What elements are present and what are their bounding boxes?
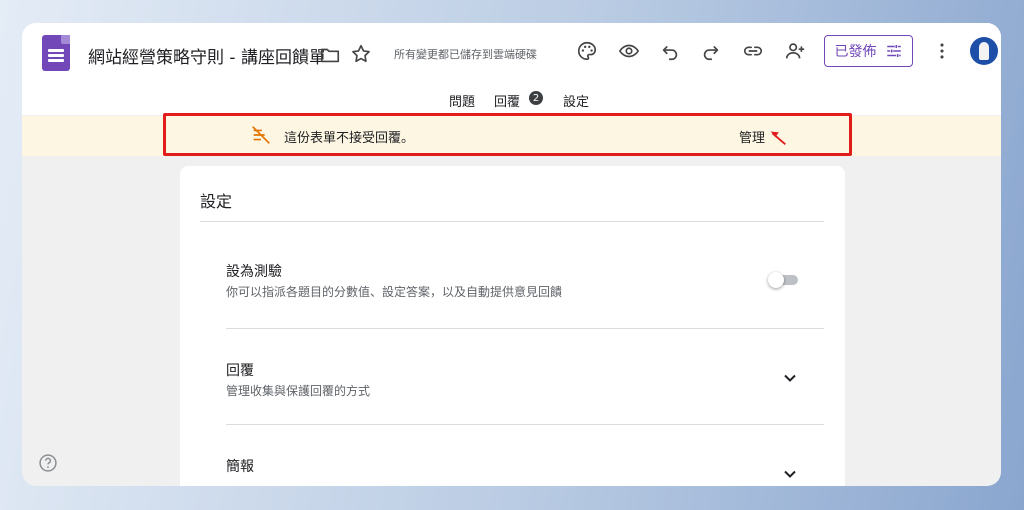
chevron-down-icon[interactable]: [780, 368, 800, 388]
eye-icon[interactable]: [615, 37, 643, 65]
quiz-section-desc: 你可以指派各題目的分數值、設定答案，以及自動提供意見回饋: [226, 285, 563, 299]
quiz-toggle[interactable]: [768, 272, 798, 288]
tune-icon: [886, 45, 901, 57]
help-icon[interactable]: [38, 453, 58, 473]
quiz-section-title[interactable]: 設為測驗: [226, 261, 282, 281]
presentation-section-title[interactable]: 簡報: [226, 456, 254, 476]
divider: [200, 221, 824, 222]
tab-responses[interactable]: 回覆: [494, 91, 520, 110]
settings-card: 設定 設為測驗 你可以指派各題目的分數值、設定答案，以及自動提供意見回饋 回覆 …: [180, 166, 845, 486]
responses-count-badge: 2: [529, 91, 543, 105]
tab-settings[interactable]: 設定: [563, 91, 589, 110]
tab-bar: 問題 回覆 2 設定: [22, 89, 1001, 113]
more-vert-icon[interactable]: [928, 37, 956, 65]
forms-logo-icon[interactable]: [42, 35, 70, 71]
responses-section-title[interactable]: 回覆: [226, 360, 254, 380]
folder-icon[interactable]: [316, 41, 344, 69]
settings-title: 設定: [200, 192, 233, 211]
publish-button[interactable]: 已發佈: [824, 35, 913, 67]
tab-questions[interactable]: 問題: [449, 91, 475, 110]
undo-icon[interactable]: [656, 37, 684, 65]
chevron-down-icon[interactable]: [780, 464, 800, 484]
publish-label: 已發佈: [834, 44, 877, 60]
add-person-icon[interactable]: [781, 37, 809, 65]
responses-section-desc: 管理收集與保護回覆的方式: [226, 384, 371, 398]
divider: [226, 328, 824, 329]
palette-icon[interactable]: [573, 37, 601, 65]
app-header: 網站經營策略守則 - 講座回饋單 所有變更都已儲存到雲端硬碟 已發佈 問題 回覆…: [22, 23, 1001, 115]
highlight-box: [163, 113, 852, 156]
avatar[interactable]: [970, 37, 998, 65]
document-title[interactable]: 網站經營策略守則 - 講座回饋單: [88, 43, 326, 68]
divider: [226, 424, 824, 425]
star-icon[interactable]: [347, 40, 375, 68]
save-status: 所有變更都已儲存到雲端硬碟: [394, 48, 537, 61]
link-icon[interactable]: [739, 37, 767, 65]
redo-icon[interactable]: [697, 37, 725, 65]
forms-window: 網站經營策略守則 - 講座回饋單 所有變更都已儲存到雲端硬碟 已發佈 問題 回覆…: [22, 23, 1001, 486]
